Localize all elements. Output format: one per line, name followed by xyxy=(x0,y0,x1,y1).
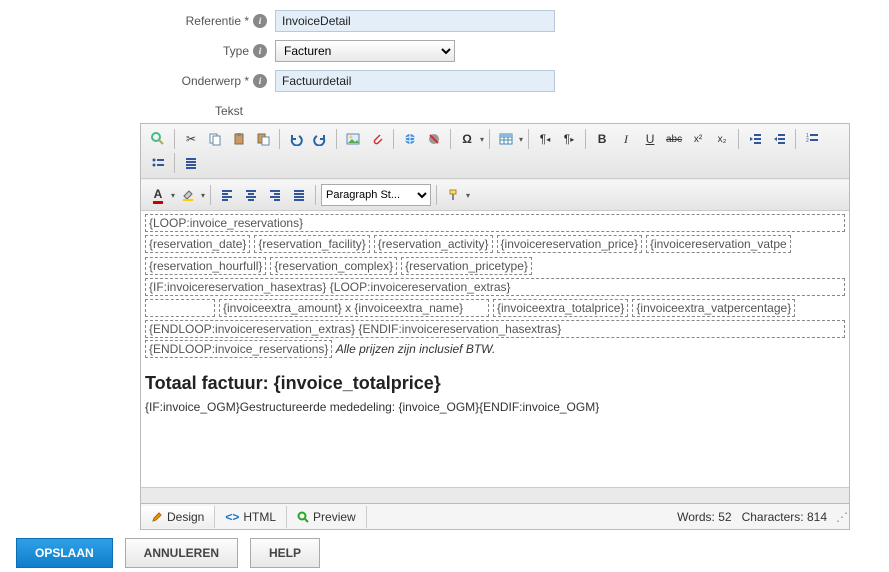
indent-icon[interactable] xyxy=(768,128,790,150)
save-button[interactable]: OPSLAAN xyxy=(16,538,113,568)
preview-tab[interactable]: Preview xyxy=(287,506,367,528)
template-token: {LOOP:invoice_reservations} xyxy=(145,214,845,232)
separator xyxy=(393,129,394,149)
separator xyxy=(489,129,490,149)
template-token: {reservation_activity} xyxy=(374,235,493,253)
template-token: {reservation_date} xyxy=(145,235,250,253)
separator xyxy=(174,129,175,149)
underline-icon[interactable]: U xyxy=(639,128,661,150)
template-token: {invoiceextra_vatpercentage} xyxy=(632,299,795,317)
align-justify-icon[interactable] xyxy=(288,184,310,206)
horizontal-scrollbar[interactable] xyxy=(141,487,849,503)
template-token: {ENDLOOP:invoice_reservations} xyxy=(145,340,332,358)
table-icon[interactable] xyxy=(495,128,517,150)
unordered-list-icon[interactable] xyxy=(147,152,169,174)
rich-text-editor: ✂ Ω ▾ ▾ ¶◂ ¶▸ B I U abc x² x₂ 12 xyxy=(140,123,850,530)
editor-toolbar-2: A ▾ ▾ Paragraph St... ▾ xyxy=(141,179,849,211)
separator xyxy=(585,129,586,149)
separator xyxy=(210,185,211,205)
template-token: {IF:invoicereservation_hasextras} {LOOP:… xyxy=(145,278,845,296)
unlink-icon[interactable] xyxy=(423,128,445,150)
subject-input[interactable] xyxy=(275,70,555,92)
outdent-icon[interactable] xyxy=(744,128,766,150)
separator xyxy=(450,129,451,149)
template-token: {reservation_hourfull} xyxy=(145,257,266,275)
design-tab[interactable]: Design xyxy=(141,506,215,528)
help-button[interactable]: HELP xyxy=(250,538,320,568)
template-token: {reservation_complex} xyxy=(270,257,397,275)
magnifier-icon xyxy=(297,511,309,523)
attachment-icon[interactable] xyxy=(366,128,388,150)
svg-text:2: 2 xyxy=(806,138,809,144)
template-token: {invoiceextra_amount} x {invoiceextra_na… xyxy=(219,299,489,317)
copy-icon[interactable] xyxy=(204,128,226,150)
separator xyxy=(279,129,280,149)
ogm-line: {IF:invoice_OGM}Gestructureerde mededeli… xyxy=(145,400,845,414)
template-token: {reservation_facility} xyxy=(254,235,369,253)
info-icon: i xyxy=(253,14,267,28)
paste-icon[interactable] xyxy=(228,128,250,150)
ltr-icon[interactable]: ¶▸ xyxy=(558,128,580,150)
find-icon[interactable] xyxy=(147,128,169,150)
text-label: Tekst xyxy=(215,100,889,118)
separator xyxy=(436,185,437,205)
info-icon: i xyxy=(253,74,267,88)
info-icon: i xyxy=(253,44,267,58)
paste-text-icon[interactable] xyxy=(252,128,274,150)
template-token: {ENDLOOP:invoicereservation_extras} {END… xyxy=(145,320,845,338)
paragraph-style-select[interactable]: Paragraph St... xyxy=(321,184,431,206)
reference-input[interactable] xyxy=(275,10,555,32)
link-icon[interactable] xyxy=(399,128,421,150)
action-buttons: OPSLAAN ANNULEREN HELP xyxy=(16,538,873,568)
redo-icon[interactable] xyxy=(309,128,331,150)
cancel-button[interactable]: ANNULEREN xyxy=(125,538,238,568)
italic-icon[interactable]: I xyxy=(615,128,637,150)
template-token: {reservation_pricetype} xyxy=(401,257,532,275)
ordered-list-icon[interactable]: 12 xyxy=(801,128,823,150)
subscript-icon[interactable]: x₂ xyxy=(711,128,733,150)
editor-toolbar: ✂ Ω ▾ ▾ ¶◂ ¶▸ B I U abc x² x₂ 12 xyxy=(141,124,849,179)
show-blocks-icon[interactable]: ¶◂ xyxy=(534,128,556,150)
strike-icon[interactable]: abc xyxy=(663,128,685,150)
cut-icon[interactable]: ✂ xyxy=(180,128,202,150)
align-center-icon[interactable] xyxy=(240,184,262,206)
superscript-icon[interactable]: x² xyxy=(687,128,709,150)
resize-handle[interactable]: ⋰ xyxy=(835,510,849,524)
total-heading: Totaal factuur: {invoice_totalprice} xyxy=(145,373,845,394)
template-token: {invoicereservation_vatpe xyxy=(646,235,791,253)
align-right-icon[interactable] xyxy=(264,184,286,206)
undo-icon[interactable] xyxy=(285,128,307,150)
editor-content[interactable]: {LOOP:invoice_reservations} {reservation… xyxy=(141,211,849,503)
note-text: Alle prijzen zijn inclusief BTW. xyxy=(336,342,496,356)
template-cell xyxy=(145,299,215,317)
separator xyxy=(738,129,739,149)
image-icon[interactable] xyxy=(342,128,364,150)
type-label: Type i xyxy=(0,44,275,58)
separator xyxy=(528,129,529,149)
type-select[interactable]: Facturen xyxy=(275,40,455,62)
reference-label: Referentie * i xyxy=(0,14,275,28)
separator xyxy=(315,185,316,205)
bg-color-icon[interactable] xyxy=(177,184,199,206)
justify-icon[interactable] xyxy=(180,152,202,174)
format-painter-icon[interactable] xyxy=(442,184,464,206)
bold-icon[interactable]: B xyxy=(591,128,613,150)
symbol-icon[interactable]: Ω xyxy=(456,128,478,150)
template-token: {invoiceextra_totalprice} xyxy=(493,299,628,317)
pencil-icon xyxy=(151,511,163,523)
editor-footer: Design <> HTML Preview Words: 52 Charact… xyxy=(141,503,849,529)
subject-label: Onderwerp * i xyxy=(0,74,275,88)
template-token: {invoicereservation_price} xyxy=(497,235,642,253)
separator xyxy=(336,129,337,149)
separator xyxy=(795,129,796,149)
text-color-icon[interactable]: A xyxy=(147,184,169,206)
align-left-icon[interactable] xyxy=(216,184,238,206)
html-tab[interactable]: <> HTML xyxy=(215,506,287,528)
word-count: Words: 52 Characters: 814 xyxy=(669,510,835,524)
code-icon: <> xyxy=(225,510,239,524)
separator xyxy=(174,153,175,173)
